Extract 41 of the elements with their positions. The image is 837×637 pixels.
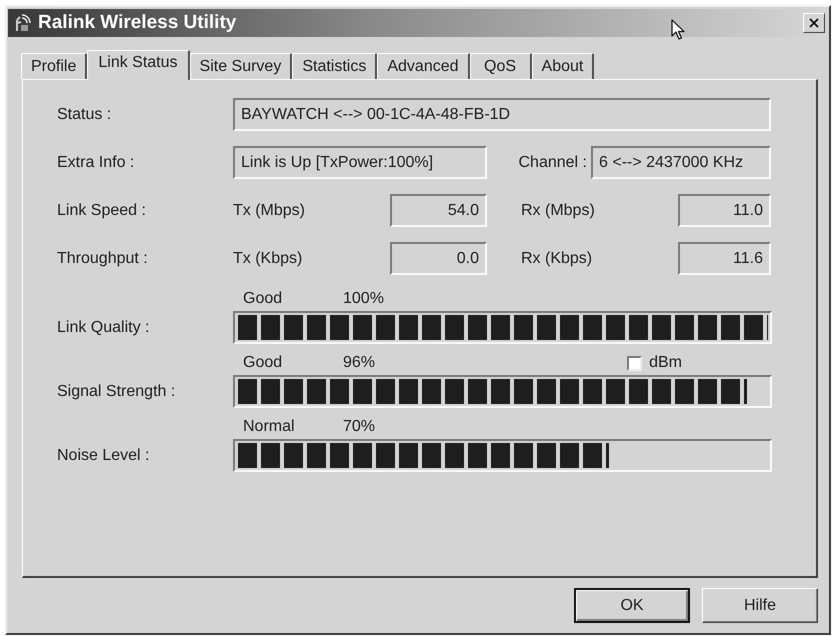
- field-label: Link Speed :: [57, 200, 147, 220]
- antenna-icon: [14, 14, 32, 32]
- tx-rate-field: 54.0: [390, 194, 487, 227]
- dialog-button[interactable]: OK: [574, 588, 690, 623]
- rx-rate-field: 11.6: [678, 242, 771, 275]
- rx-rate-field: 11.0: [678, 194, 771, 227]
- tab[interactable]: QoS: [470, 53, 532, 79]
- field-label: Throughput :: [57, 248, 149, 268]
- tab[interactable]: Profile: [21, 53, 88, 79]
- unit-label: Tx (Kbps): [233, 248, 304, 268]
- percent-text: 100%: [343, 290, 384, 308]
- tab[interactable]: Site Survey: [190, 53, 292, 79]
- field-label: Extra Info :: [57, 152, 136, 172]
- tab[interactable]: About: [532, 53, 594, 79]
- close-button[interactable]: [803, 13, 825, 33]
- window-title: Ralink Wireless Utility: [38, 10, 236, 35]
- mouse-pointer-icon: [671, 19, 685, 41]
- tab[interactable]: Link Status: [87, 50, 190, 80]
- dialog-button[interactable]: Hilfe: [702, 588, 818, 623]
- percent-text: 96%: [343, 354, 376, 372]
- tab[interactable]: Statistics: [292, 53, 378, 79]
- checkbox[interactable]: [627, 356, 642, 370]
- field-label: Channel :: [518, 152, 587, 172]
- channel-field: 6 <--> 2437000 KHz: [591, 146, 771, 179]
- unit-label: Rx (Kbps): [521, 248, 594, 268]
- percent-text: 70%: [343, 418, 376, 436]
- unit-label: Tx (Mbps): [233, 200, 306, 220]
- unit-label: Rx (Mbps): [521, 200, 596, 220]
- close-icon: [809, 18, 819, 28]
- rating-text: Good: [243, 290, 284, 308]
- extra-info-field: Link is Up [TxPower:100%]: [233, 146, 487, 179]
- checkbox-label: dBm: [649, 354, 682, 372]
- meter-label: Link Quality :: [57, 318, 150, 338]
- status-field: BAYWATCH <--> 00-1C-4A-48-FB-1D: [233, 98, 771, 131]
- field-label: Status :: [57, 104, 112, 124]
- tx-rate-field: 0.0: [390, 242, 487, 275]
- meter-label: Signal Strength :: [57, 382, 176, 402]
- tab[interactable]: Advanced: [377, 53, 470, 79]
- rating-text: Good: [243, 354, 284, 372]
- rating-text: Normal: [243, 418, 296, 436]
- meter-label: Noise Level :: [57, 446, 150, 466]
